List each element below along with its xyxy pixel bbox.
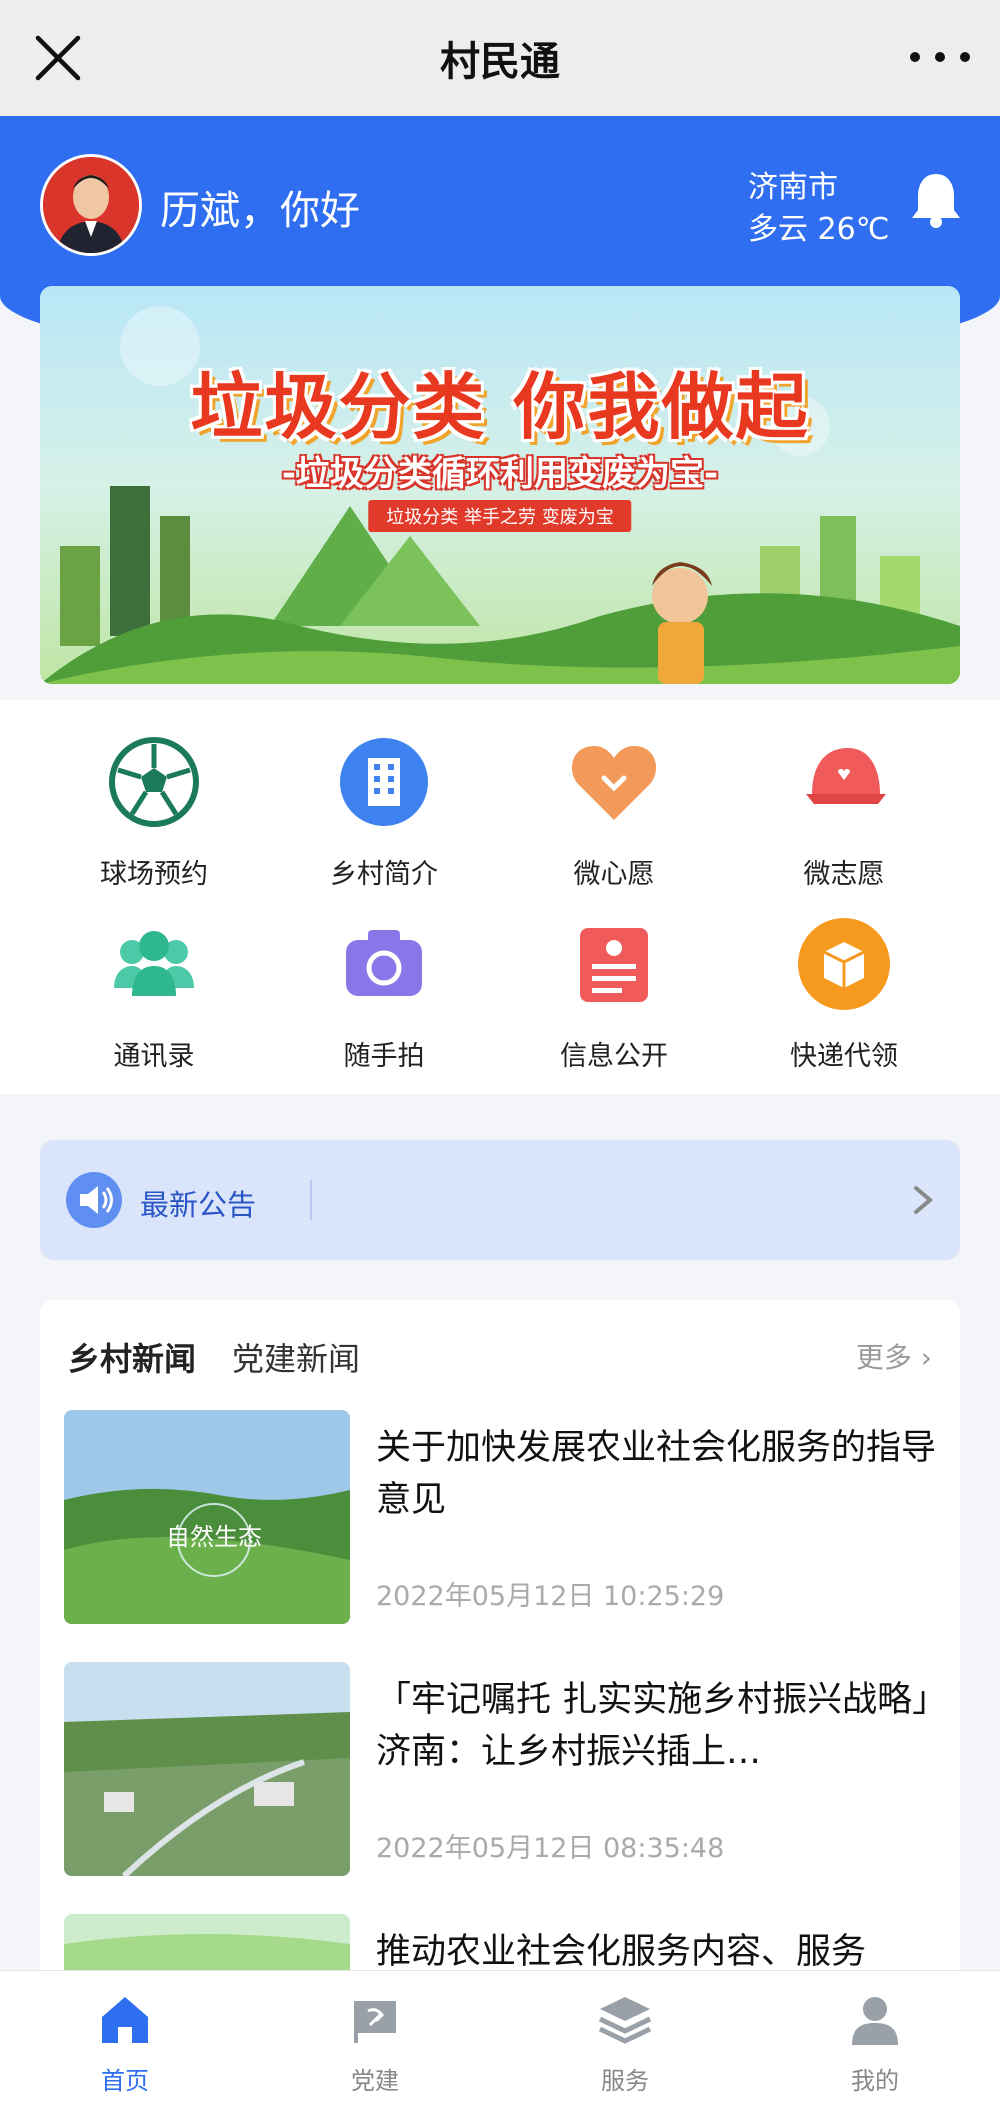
document-icon <box>580 928 648 1002</box>
package-icon <box>798 918 890 1010</box>
tab-services[interactable]: 服务 <box>565 1991 685 2096</box>
news-item[interactable]: 自然生态 关于加快发展农业社会化服务的指导意见 2022年05月12日 10:2… <box>64 1410 944 1626</box>
greeting-text: 历斌，你好 <box>160 188 360 234</box>
function-grid: 球场预约 乡村简介 微心愿 微志愿 通讯录 随手拍 信息公开 快递代领 <box>0 700 1000 1094</box>
grid-label: 随手拍 <box>343 1041 425 1072</box>
grid-label: 微志愿 <box>803 859 885 890</box>
grid-item-micro-wish[interactable]: 微心愿 <box>494 734 734 891</box>
party-flag-icon <box>354 2001 396 2043</box>
tab-label: 党建 <box>351 2067 399 2095</box>
news-thumbnail: 自然生态 <box>64 1410 350 1624</box>
grid-item-snapshot[interactable]: 随手拍 <box>264 916 504 1073</box>
grid-label: 乡村简介 <box>330 859 438 890</box>
home-icon <box>102 1997 148 2043</box>
grid-item-court-booking[interactable]: 球场预约 <box>34 734 274 891</box>
grid-item-village-intro[interactable]: 乡村简介 <box>264 734 504 891</box>
news-time: 2022年05月12日 08:35:48 <box>376 1833 725 1864</box>
news-title: 关于加快发展农业社会化服务的指导意见 <box>376 1428 936 1520</box>
city-name: 济南市 <box>748 170 838 205</box>
grid-label: 快递代领 <box>790 1041 898 1072</box>
weather-text: 多云 26℃ <box>748 212 890 247</box>
tab-party-news[interactable]: 党建新闻 <box>232 1334 360 1380</box>
tab-party[interactable]: 党建 <box>315 1991 435 2096</box>
divider <box>310 1180 312 1220</box>
news-time: 2022年05月12日 10:25:29 <box>376 1581 725 1612</box>
chevron-right-icon[interactable] <box>908 1180 938 1220</box>
tab-home[interactable]: 首页 <box>65 1991 185 2096</box>
banner-subline: -垃圾分类循环利用变废为宝- <box>281 454 719 494</box>
contacts-icon <box>114 931 194 996</box>
layers-icon <box>598 1997 652 2044</box>
title-bar: 村民通 <box>0 0 1000 116</box>
tab-label: 首页 <box>101 2067 149 2095</box>
more-link[interactable]: 更多 › <box>856 1336 932 1376</box>
tab-label: 我的 <box>851 2067 899 2095</box>
page-title: 村民通 <box>440 39 560 85</box>
news-thumbnail <box>64 1662 350 1876</box>
close-icon[interactable] <box>30 30 86 86</box>
grid-label: 微心愿 <box>573 859 655 890</box>
announcement-bar[interactable]: 最新公告 <box>40 1140 960 1260</box>
soccer-ball-icon <box>109 737 199 827</box>
bottom-tab-bar: 首页 党建 服务 我的 <box>0 1970 1000 2115</box>
tab-mine[interactable]: 我的 <box>815 1991 935 2096</box>
news-panel: 乡村新闻 党建新闻 更多 › 自然生态 关于加快发展农业社会化服务的指导意见 2… <box>40 1300 960 1980</box>
avatar[interactable] <box>40 154 142 256</box>
announcement-label: 最新公告 <box>140 1188 257 1222</box>
bell-icon[interactable] <box>908 170 964 230</box>
banner-headline: 垃圾分类 你我做起 <box>190 365 810 449</box>
camera-icon <box>346 930 422 996</box>
user-icon <box>852 1997 898 2045</box>
heart-icon <box>571 746 657 820</box>
grid-item-parcel-pickup[interactable]: 快递代领 <box>724 916 964 1073</box>
news-title: 「牢记嘱托 扎实实施乡村振兴战略」济南：让乡村振兴插上… <box>376 1680 930 1772</box>
tab-village-news[interactable]: 乡村新闻 <box>68 1334 196 1380</box>
grid-label: 信息公开 <box>560 1041 668 1072</box>
grid-item-contacts[interactable]: 通讯录 <box>34 916 274 1073</box>
promo-banner[interactable]: 垃圾分类 你我做起 -垃圾分类循环利用变废为宝- 垃圾分类 举手之劳 变废为宝 <box>40 286 960 684</box>
building-icon <box>340 738 428 826</box>
grid-item-micro-volunteer[interactable]: 微志愿 <box>724 734 964 891</box>
more-label: 更多 <box>855 1341 912 1374</box>
cap-icon <box>806 748 886 804</box>
news-item[interactable]: 「牢记嘱托 扎实实施乡村振兴战略」济南：让乡村振兴插上… 2022年05月12日… <box>64 1662 944 1878</box>
grid-label: 球场预约 <box>100 859 208 890</box>
grid-label: 通讯录 <box>113 1041 195 1072</box>
grid-item-info-disclosure[interactable]: 信息公开 <box>494 916 734 1073</box>
banner-tagline: 垃圾分类 举手之劳 变废为宝 <box>368 500 632 532</box>
more-options-icon[interactable] <box>910 32 970 82</box>
tab-label: 服务 <box>601 2067 649 2095</box>
thumbnail-caption: 自然生态 <box>166 1523 262 1551</box>
speaker-icon <box>66 1172 122 1228</box>
